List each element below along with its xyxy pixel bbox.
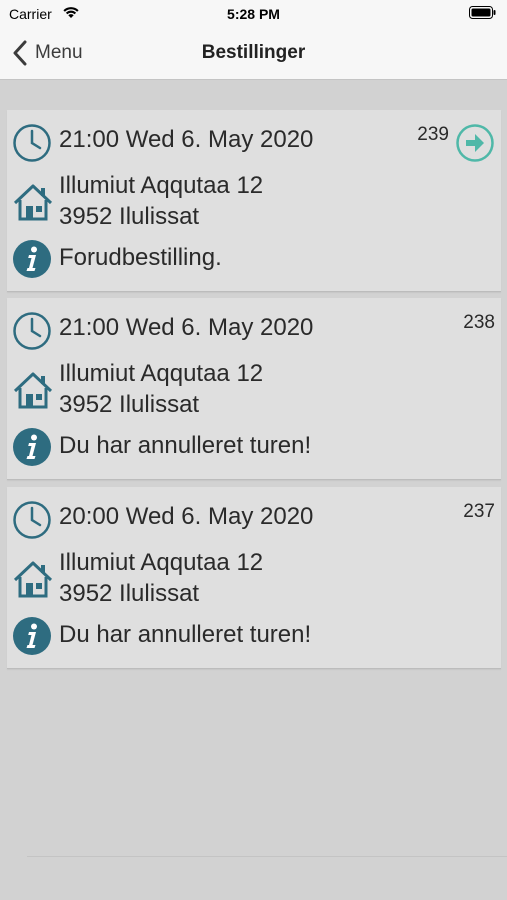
divider (27, 856, 507, 857)
order-info-row: Forudbestilling. (7, 238, 501, 280)
info-icon (12, 427, 52, 472)
battery-icon (469, 6, 496, 24)
order-address-row: Illumiut Aqqutaa 12 3952 Ilulissat (7, 170, 501, 234)
info-icon (12, 239, 52, 284)
clock-icon (12, 311, 52, 356)
order-datetime: 20:00 Wed 6. May 2020 (59, 503, 314, 530)
order-info-text: Du har annulleret turen! (59, 621, 312, 648)
order-datetime: 21:00 Wed 6. May 2020 (59, 314, 314, 341)
arrow-right-circle-icon (456, 124, 494, 162)
navigation-bar: Menu Bestillinger (0, 28, 507, 80)
house-icon (12, 182, 54, 227)
clock-time: 5:28 PM (227, 6, 280, 22)
order-datetime: 21:00 Wed 6. May 2020 (59, 126, 314, 153)
address-line-1: Illumiut Aqqutaa 12 (59, 172, 264, 199)
order-number: 238 (463, 312, 495, 333)
order-number: 239 (417, 124, 449, 145)
order-datetime-row: 20:00 Wed 6. May 2020 (7, 499, 501, 539)
address-line-2: 3952 Ilulissat (59, 391, 200, 418)
order-datetime-row: 21:00 Wed 6. May 2020 (7, 310, 501, 350)
address-line-1: Illumiut Aqqutaa 12 (59, 549, 264, 576)
clock-icon (12, 500, 52, 545)
order-info-row: Du har annulleret turen! (7, 426, 501, 468)
status-bar: Carrier 5:28 PM (0, 0, 507, 28)
order-address-row: Illumiut Aqqutaa 12 3952 Ilulissat (7, 358, 501, 422)
house-icon (12, 559, 54, 604)
house-icon (12, 370, 54, 415)
order-number: 237 (463, 501, 495, 522)
order-address-row: Illumiut Aqqutaa 12 3952 Ilulissat (7, 547, 501, 611)
order-card[interactable]: 21:00 Wed 6. May 2020 239 Illumiut Aqqut… (7, 110, 501, 292)
address-line-1: Illumiut Aqqutaa 12 (59, 360, 264, 387)
address-line-2: 3952 Ilulissat (59, 580, 200, 607)
page-title: Bestillinger (201, 42, 306, 63)
address-line-2: 3952 Ilulissat (59, 203, 200, 230)
order-info-row: Du har annulleret turen! (7, 615, 501, 657)
order-card[interactable]: 20:00 Wed 6. May 2020 237 Illumiut Aqqut… (7, 487, 501, 669)
info-icon (12, 616, 52, 661)
clock-icon (12, 123, 52, 168)
order-card[interactable]: 21:00 Wed 6. May 2020 238 Illumiut Aqqut… (7, 298, 501, 480)
order-info-text: Du har annulleret turen! (59, 432, 312, 459)
order-info-text: Forudbestilling. (59, 244, 222, 271)
open-order-button[interactable] (455, 123, 495, 168)
